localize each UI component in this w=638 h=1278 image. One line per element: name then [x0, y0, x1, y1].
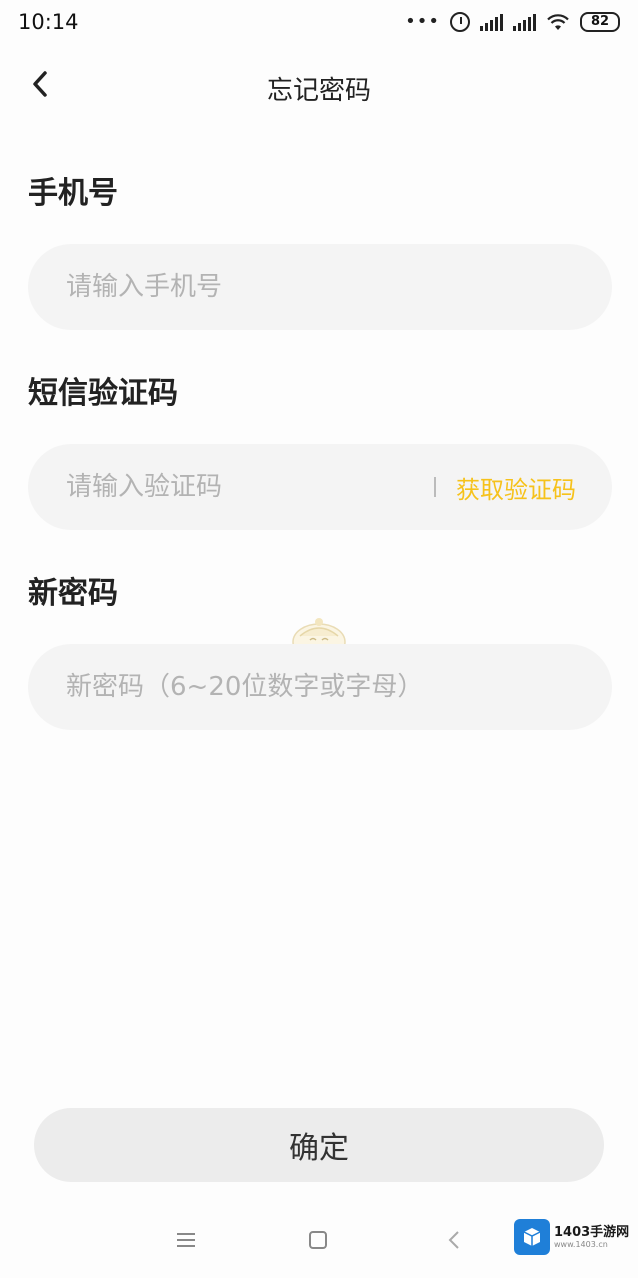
page-title: 忘记密码 [266, 76, 371, 106]
home-square-icon[interactable] [300, 1224, 336, 1256]
menu-icon[interactable] [168, 1224, 204, 1256]
watermark-logo: 1403手游网 www.1403.cn [514, 1218, 632, 1256]
new-password-input[interactable] [64, 671, 576, 703]
watermark-main: 1403手游网 [554, 1224, 630, 1240]
wifi-icon [547, 14, 569, 30]
watermark-sub: www.1403.cn [554, 1239, 608, 1249]
watermark-cube-icon [514, 1219, 550, 1255]
status-bar: 10:14 ••• 82 [0, 0, 638, 44]
status-time: 10:14 [18, 10, 79, 34]
more-dots-icon: ••• [405, 11, 440, 32]
alarm-icon [450, 12, 470, 32]
sms-code-input[interactable] [64, 471, 424, 503]
watermark-text: 1403手游网 www.1403.cn [554, 1226, 629, 1249]
phone-label: 手机号 [28, 176, 118, 211]
sms-code-field[interactable]: 获取验证码 [28, 444, 612, 530]
signal-icon [480, 13, 503, 31]
new-password-label: 新密码 [28, 576, 118, 611]
confirm-button[interactable]: 确定 [34, 1108, 604, 1182]
signal-icon-2 [513, 13, 536, 31]
triangle-back-icon[interactable] [436, 1224, 472, 1256]
battery-icon: 82 [580, 12, 620, 32]
phone-field[interactable] [28, 244, 612, 330]
sms-code-label: 短信验证码 [28, 376, 178, 411]
phone-input[interactable] [64, 271, 576, 303]
forgot-password-screen: 10:14 ••• 82 忘记密码 手机号 短信验证码 [0, 0, 638, 1278]
new-password-field[interactable] [28, 644, 612, 730]
get-code-button[interactable]: 获取验证码 [456, 470, 576, 505]
status-icons: ••• 82 [405, 12, 620, 32]
nav-header: 忘记密码 [0, 56, 638, 116]
field-divider [434, 477, 436, 497]
